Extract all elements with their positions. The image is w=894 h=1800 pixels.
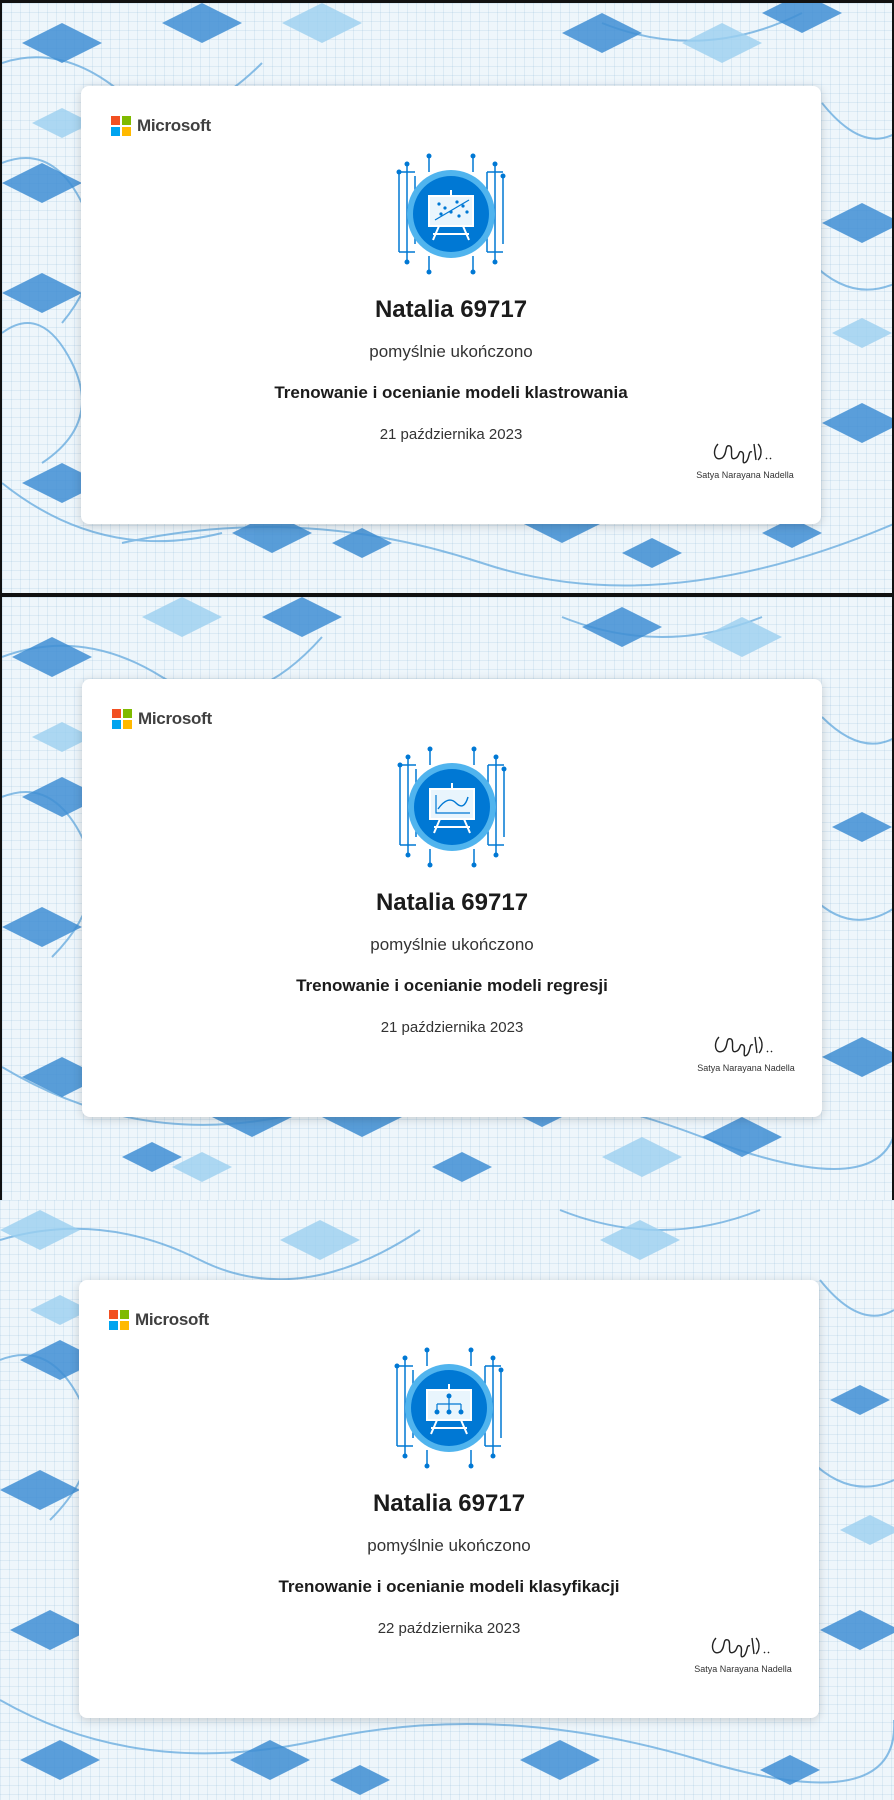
scatter-plot-easel-icon [396, 153, 506, 275]
certificate-card: Microsoft Natalia 69717 pomyślnie ukończ… [79, 1280, 819, 1718]
microsoft-logo: Microsoft [109, 1310, 209, 1330]
course-title: Trenowanie i ocenianie modeli klastrowan… [274, 383, 628, 402]
recipient-name: Natalia 69717 [372, 1490, 526, 1517]
signature-block: Satya Narayana Nadella [693, 1630, 793, 1674]
course-title: Trenowanie i ocenianie modeli regresji [296, 976, 608, 995]
completed-text: pomyślnie ukończono [367, 1536, 531, 1555]
brand-name: Microsoft [135, 1310, 209, 1329]
signer-name: Satya Narayana Nadella [694, 1664, 792, 1674]
line-chart-easel-icon [397, 746, 507, 868]
signature-image [714, 1036, 773, 1057]
course-title: Trenowanie i ocenianie modeli klasyfikac… [278, 1577, 620, 1596]
completed-text: pomyślnie ukończono [370, 935, 534, 954]
signature-image [711, 1637, 770, 1658]
windows-logo-icon [109, 1310, 129, 1330]
certificate-panel-2: Microsoft Natalia 69717 pomyślnie ukończ… [0, 597, 894, 1200]
brand-name: Microsoft [138, 709, 212, 728]
signature-block: Satya Narayana Nadella [695, 436, 795, 480]
completed-text: pomyślnie ukończono [369, 342, 533, 361]
recipient-name: Natalia 69717 [374, 296, 528, 323]
microsoft-logo: Microsoft [112, 709, 212, 729]
signature-block: Satya Narayana Nadella [696, 1029, 796, 1073]
signature-image [713, 443, 772, 464]
certificate-card: Microsoft Natalia 69717 pomyślnie ukończ… [82, 679, 822, 1117]
signer-name: Satya Narayana Nadella [697, 1063, 795, 1073]
certificate-panel-1: Microsoft Natalia 69717 pomyślnie ukończ… [0, 0, 894, 595]
brand-name: Microsoft [137, 116, 211, 135]
certificate-card: Microsoft Natalia 69717 pomyślnie ukończ… [81, 86, 821, 524]
certificate-panel-3: Microsoft Natalia 69717 pomyślnie ukończ… [0, 1200, 894, 1800]
signer-name: Satya Narayana Nadella [696, 470, 794, 480]
windows-logo-icon [111, 116, 131, 136]
recipient-name: Natalia 69717 [375, 889, 529, 916]
windows-logo-icon [112, 709, 132, 729]
tree-diagram-easel-icon [394, 1347, 504, 1469]
microsoft-logo: Microsoft [111, 116, 211, 136]
